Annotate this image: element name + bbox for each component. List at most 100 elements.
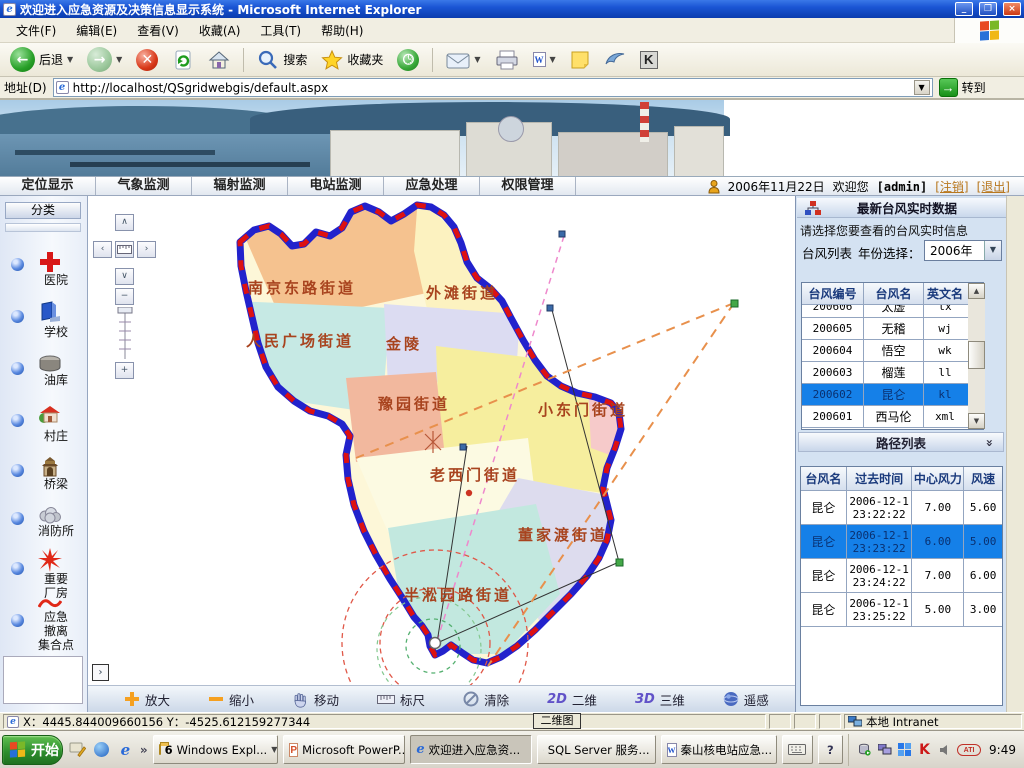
quicklaunch-show-desktop[interactable] — [68, 740, 87, 760]
go-button[interactable]: → 转到 — [939, 78, 986, 97]
pan-left-button[interactable]: ‹ — [93, 241, 112, 258]
keyboard-layout-button[interactable] — [782, 735, 813, 764]
mail-button[interactable]: ▼ — [442, 49, 484, 71]
close-button[interactable]: × — [1003, 2, 1021, 16]
map-ruler-button[interactable]: 标尺 — [377, 690, 425, 709]
map-zoom-out-button[interactable]: 缩小 — [208, 690, 254, 709]
word-dropdown-icon[interactable]: ▼ — [550, 55, 556, 64]
quicklaunch-overflow-icon[interactable]: » — [140, 743, 148, 757]
stop-button[interactable]: ✕ — [132, 47, 162, 73]
point-marker-green[interactable] — [616, 559, 623, 566]
scroll-thumb[interactable] — [968, 341, 985, 369]
tray-grid-icon[interactable] — [897, 742, 912, 757]
pan-up-button[interactable]: ∧ — [115, 214, 134, 231]
point-marker-green[interactable] — [731, 300, 738, 307]
history-button[interactable]: 🕒︎ — [393, 47, 423, 73]
address-dropdown-icon[interactable]: ▼ — [914, 80, 930, 95]
track-row[interactable]: 昆仑 2006-12-123:24:22 7.00 6.00 — [801, 559, 1002, 593]
edit-with-word-button[interactable]: W ▼ — [529, 50, 560, 69]
taskbar-button-word[interactable]: W 秦山核电站应急... — [661, 735, 777, 764]
point-marker-blue[interactable] — [460, 444, 466, 450]
pan-center-button[interactable] — [115, 241, 134, 258]
favorites-button[interactable]: 收藏夹 — [317, 47, 387, 73]
typhoon-row[interactable]: 200604 悟空 wk — [802, 340, 968, 362]
typhoon-row-selected[interactable]: 200602 昆仑 kl — [802, 384, 968, 406]
zoom-in-button[interactable]: + — [115, 362, 134, 379]
zoom-slider-handle[interactable] — [118, 307, 132, 313]
map-zoom-in-button[interactable]: 放大 — [124, 690, 170, 709]
taskbar-clock[interactable]: 9:49 — [986, 743, 1016, 757]
typhoon-row[interactable]: 200601 西马伦 xml — [802, 406, 968, 428]
quicklaunch-ie[interactable]: e — [116, 740, 135, 760]
back-button[interactable]: ← 后退 ▼ — [6, 45, 77, 74]
search-button[interactable]: 搜索 — [253, 47, 311, 73]
taskbar-button-sqlserver[interactable]: SQL Server 服务... — [537, 735, 655, 764]
tray-network-icon[interactable] — [877, 742, 892, 757]
collapse-icon[interactable]: « — [982, 439, 996, 447]
discuss-button[interactable] — [600, 48, 630, 72]
point-marker-blue[interactable] — [559, 231, 565, 237]
notes-button[interactable] — [566, 48, 594, 72]
print-button[interactable] — [491, 48, 523, 72]
tab-weather[interactable]: 气象监测 — [96, 177, 192, 195]
tab-station[interactable]: 电站监测 — [288, 177, 384, 195]
restore-button[interactable]: ❐ — [979, 2, 997, 16]
track-row[interactable]: 昆仑 2006-12-123:22:22 7.00 5.60 — [801, 491, 1002, 525]
forward-dropdown-icon[interactable]: ▼ — [116, 55, 122, 64]
home-button[interactable] — [204, 47, 234, 73]
start-button[interactable]: 开始 — [2, 735, 63, 765]
map-pan-button[interactable]: 移动 — [292, 690, 339, 709]
point-marker-blue[interactable] — [547, 305, 553, 311]
scroll-up-button[interactable]: ▲ — [968, 283, 985, 299]
minimize-button[interactable]: _ — [955, 2, 973, 16]
scroll-down-button[interactable]: ▼ — [968, 413, 985, 429]
track-row-selected[interactable]: 昆仑 2006-12-123:23:22 6.00 5.00 — [801, 525, 1002, 559]
path-list-bar[interactable]: 路径列表 « — [798, 432, 1004, 452]
typhoon-row[interactable]: 200603 榴莲 ll — [802, 362, 968, 384]
tray-volume-icon[interactable] — [937, 742, 952, 757]
menu-tools[interactable]: 工具(T) — [250, 19, 311, 42]
address-input[interactable]: e http://localhost/QSgridwebgis/default.… — [53, 78, 933, 97]
k-tool-button[interactable]: K — [636, 49, 662, 71]
menu-file[interactable]: 文件(F) — [6, 19, 66, 42]
pan-right-button[interactable]: › — [137, 241, 156, 258]
year-select[interactable]: 2006年 ▼ — [924, 240, 1002, 261]
quicklaunch-media[interactable] — [92, 740, 111, 760]
tab-emergency[interactable]: 应急处理 — [384, 177, 480, 195]
tab-radiation[interactable]: 辐射监测 — [192, 177, 288, 195]
zoom-slider[interactable] — [117, 307, 133, 359]
tray-sql-icon[interactable] — [857, 742, 872, 757]
tray-ati-icon[interactable]: ATI — [957, 744, 981, 756]
typhoon-row[interactable]: 200606 太虚 tx — [802, 305, 968, 318]
mail-dropdown-icon[interactable]: ▼ — [474, 55, 480, 64]
district-map[interactable]: 南京东路街道 外滩街道 人民广场街道 金陵 豫园街道 小东门街道 老西门街道 董… — [88, 196, 795, 685]
typhoon-center-marker[interactable] — [430, 638, 441, 649]
map-clear-button[interactable]: 清除 — [463, 690, 509, 709]
typhoon-table-scrollbar[interactable]: ▲ ▼ — [968, 283, 985, 429]
menu-edit[interactable]: 编辑(E) — [66, 19, 127, 42]
forward-button[interactable]: → ▼ — [83, 45, 126, 74]
tab-locate[interactable]: 定位显示 — [0, 177, 96, 195]
tray-antivirus-icon[interactable]: K — [917, 742, 932, 757]
refresh-button[interactable] — [168, 47, 198, 73]
taskbar-button-ie-active[interactable]: e 欢迎进入应急资... — [410, 735, 532, 764]
logout-link[interactable]: [注销] — [935, 178, 968, 195]
quit-link[interactable]: [退出] — [977, 178, 1010, 195]
menu-favorites[interactable]: 收藏(A) — [189, 19, 251, 42]
pan-down-button[interactable]: ∨ — [115, 268, 134, 285]
menu-view[interactable]: 查看(V) — [127, 19, 189, 42]
map-3d-button[interactable]: 3D 三维 — [635, 690, 685, 709]
menu-help[interactable]: 帮助(H) — [311, 19, 373, 42]
zoom-out-button[interactable]: − — [115, 288, 134, 305]
point-marker-red[interactable] — [466, 490, 472, 496]
typhoon-row[interactable]: 200605 无稽 wj — [802, 318, 968, 340]
help-button[interactable]: ? — [818, 735, 843, 764]
year-dropdown-icon[interactable]: ▼ — [984, 241, 1001, 260]
back-dropdown-icon[interactable]: ▼ — [67, 55, 73, 64]
sidebar-header[interactable]: 分类 — [5, 202, 81, 219]
taskbar-button-explorer-group[interactable]: 6 Windows Expl... ▼ — [153, 735, 279, 764]
map-remote-sensing-button[interactable]: 遥感 — [723, 690, 769, 709]
tab-permission[interactable]: 权限管理 — [480, 177, 576, 195]
taskbar-button-powerpoint[interactable]: P Microsoft PowerP... — [283, 735, 405, 764]
track-row[interactable]: 昆仑 2006-12-123:25:22 5.00 3.00 — [801, 593, 1002, 627]
